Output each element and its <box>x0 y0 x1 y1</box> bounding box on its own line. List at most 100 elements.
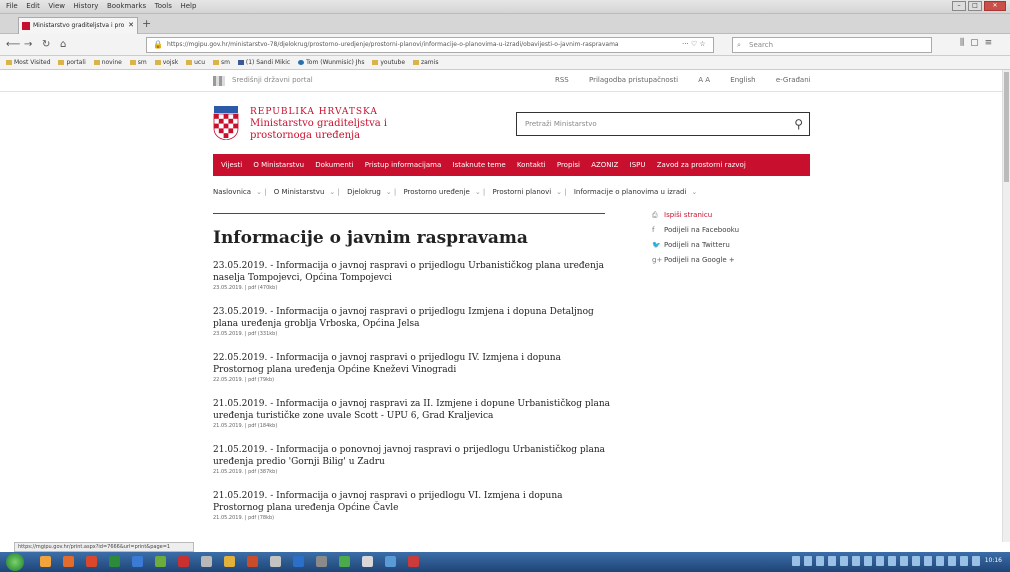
page-actions-icon[interactable]: ··· ♡ ☆ <box>682 40 706 48</box>
tab-close-icon[interactable]: ✕ <box>128 18 134 33</box>
mainnav-item[interactable]: Istaknute teme <box>453 161 506 169</box>
mainnav-item[interactable]: O Ministarstvu <box>253 161 304 169</box>
tray-icon[interactable] <box>852 556 860 566</box>
new-tab-icon[interactable]: + <box>142 17 151 30</box>
site-search-input[interactable]: Pretraži Ministarstvo ⚲ <box>516 112 810 136</box>
list-item[interactable]: 22.05.2019. - Informacija o javnoj raspr… <box>213 352 613 383</box>
tray-icon[interactable] <box>912 556 920 566</box>
menu-history[interactable]: History <box>74 0 99 13</box>
menu-edit[interactable]: Edit <box>26 0 40 13</box>
mainnav-item[interactable]: Pristup informacijama <box>365 161 442 169</box>
rss-link[interactable]: RSS <box>555 76 569 84</box>
app-icon[interactable] <box>316 556 327 567</box>
bookmark-item[interactable]: Most Visited <box>6 56 51 69</box>
tray-icon[interactable] <box>804 556 812 566</box>
breadcrumb-item[interactable]: Informacije o planovima u izradi <box>574 188 687 196</box>
mainnav-item[interactable]: Kontakti <box>517 161 546 169</box>
bookmark-item[interactable]: Tom (Wunmisic) Jhs <box>298 56 364 69</box>
app-icon[interactable] <box>247 556 258 567</box>
app-icon[interactable] <box>155 556 166 567</box>
tray-icon[interactable] <box>840 556 848 566</box>
close-window-button[interactable]: ✕ <box>984 1 1006 11</box>
breadcrumb-item[interactable]: Djelokrug <box>347 188 381 196</box>
app-icon[interactable] <box>40 556 51 567</box>
print-link[interactable]: ⎙ Ispiši stranicu <box>652 208 739 223</box>
app-icon[interactable] <box>408 556 419 567</box>
tray-icon[interactable] <box>792 556 800 566</box>
e-gradani-link[interactable]: e-Građani <box>776 76 811 84</box>
bookmark-item[interactable]: sm <box>212 56 230 69</box>
tray-icon[interactable] <box>960 556 968 566</box>
app-icon[interactable] <box>224 556 235 567</box>
bookmark-item[interactable]: youtube <box>372 56 405 69</box>
mainnav-item[interactable]: ISPU <box>630 161 646 169</box>
tray-icon[interactable] <box>828 556 836 566</box>
mainnav-item[interactable]: Propisi <box>557 161 580 169</box>
menu-file[interactable]: File <box>6 0 18 13</box>
list-item[interactable]: 21.05.2019. - Informacija o ponovnoj jav… <box>213 444 613 475</box>
google-share-link[interactable]: g+ Podijeli na Google + <box>652 253 739 268</box>
reload-icon[interactable]: ↻ <box>42 37 50 53</box>
breadcrumb-item[interactable]: Prostorni planovi <box>493 188 552 196</box>
gov-portal-link[interactable]: Središnji državni portal <box>232 76 313 84</box>
tray-icon[interactable] <box>900 556 908 566</box>
breadcrumb-item[interactable]: O Ministarstvu <box>274 188 325 196</box>
tray-icon[interactable] <box>816 556 824 566</box>
start-button[interactable] <box>6 553 24 571</box>
bookmark-item[interactable]: novine <box>93 56 122 69</box>
news-title[interactable]: 21.05.2019. - Informacija o javnoj raspr… <box>213 398 613 422</box>
app-icon[interactable] <box>201 556 212 567</box>
tray-icon[interactable] <box>972 556 980 566</box>
tray-icon[interactable] <box>936 556 944 566</box>
breadcrumb-item[interactable]: Naslovnica <box>213 188 251 196</box>
clock[interactable]: 10:16 <box>985 557 1002 564</box>
address-bar[interactable]: 🔒 https://mgipu.gov.hr/ministarstvo-78/d… <box>146 37 714 53</box>
news-title[interactable]: 21.05.2019. - Informacija o javnoj raspr… <box>213 490 613 514</box>
bookmark-item[interactable]: zamis <box>412 56 438 69</box>
scrollbar-thumb[interactable] <box>1004 72 1009 182</box>
tray-icon[interactable] <box>924 556 932 566</box>
menu-view[interactable]: View <box>48 0 65 13</box>
minimize-button[interactable]: – <box>952 1 966 11</box>
mainnav-item[interactable]: Vijesti <box>221 161 242 169</box>
bookmark-item[interactable]: ucu <box>186 56 205 69</box>
app-icon[interactable] <box>339 556 350 567</box>
bookmark-item[interactable]: sm <box>129 56 147 69</box>
bookmark-item[interactable]: portali <box>58 56 86 69</box>
list-item[interactable]: 23.05.2019. - Informacija o javnoj raspr… <box>213 306 613 337</box>
news-title[interactable]: 23.05.2019. - Informacija o javnoj raspr… <box>213 260 613 284</box>
gov-logo-icon[interactable] <box>213 76 225 86</box>
tray-icon[interactable] <box>876 556 884 566</box>
mainnav-item[interactable]: Dokumenti <box>315 161 353 169</box>
app-icon[interactable] <box>385 556 396 567</box>
news-title[interactable]: 21.05.2019. - Informacija o ponovnoj jav… <box>213 444 613 468</box>
app-icon[interactable] <box>86 556 97 567</box>
font-size-link[interactable]: A A <box>698 76 710 84</box>
home-icon[interactable]: ⌂ <box>60 37 66 53</box>
tray-icon[interactable] <box>888 556 896 566</box>
page-scrollbar[interactable] <box>1002 70 1010 542</box>
browser-search-input[interactable]: ⌕ Search <box>732 37 932 53</box>
menu-help[interactable]: Help <box>180 0 196 13</box>
app-icon[interactable] <box>270 556 281 567</box>
app-icon[interactable] <box>178 556 189 567</box>
bookmark-item[interactable]: vojsk <box>154 56 178 69</box>
breadcrumb-item[interactable]: Prostorno uređenje <box>403 188 469 196</box>
croatian-coat-of-arms-icon[interactable] <box>213 106 239 140</box>
tray-icon[interactable] <box>864 556 872 566</box>
app-icon[interactable] <box>362 556 373 567</box>
browser-tab[interactable]: Ministarstvo graditeljstva i pro ✕ <box>18 17 138 34</box>
firefox-icon[interactable] <box>63 556 74 567</box>
list-item[interactable]: 21.05.2019. - Informacija o javnoj raspr… <box>213 398 613 429</box>
site-title[interactable]: REPUBLIKA HRVATSKA Ministarstvo graditel… <box>250 106 387 142</box>
tray-icon[interactable] <box>948 556 956 566</box>
app-icon[interactable] <box>109 556 120 567</box>
english-link[interactable]: English <box>730 76 755 84</box>
mainnav-item[interactable]: AZONIZ <box>591 161 618 169</box>
forward-icon[interactable]: → <box>24 37 32 53</box>
list-item[interactable]: 23.05.2019. - Informacija o javnoj raspr… <box>213 260 613 291</box>
app-icon[interactable] <box>293 556 304 567</box>
facebook-share-link[interactable]: f Podijeli na Facebooku <box>652 223 739 238</box>
news-title[interactable]: 23.05.2019. - Informacija o javnoj raspr… <box>213 306 613 330</box>
toolbar-menu-icon[interactable]: ⫼▢≡ <box>960 38 998 48</box>
